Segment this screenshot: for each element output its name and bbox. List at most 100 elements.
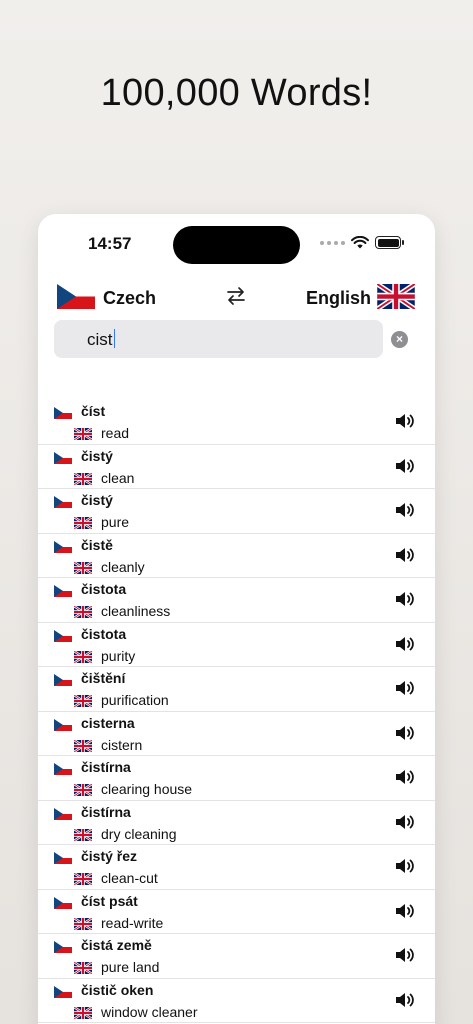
czech-flag-icon	[54, 718, 72, 731]
search-input[interactable]: cist	[54, 320, 383, 358]
uk-flag-icon	[74, 828, 92, 841]
uk-flag-icon	[74, 695, 92, 707]
czech-word: čistý	[81, 492, 113, 508]
czech-word: číst psát	[81, 892, 138, 909]
search-input-value: cist	[87, 330, 113, 349]
czech-word: číst	[81, 403, 106, 419]
czech-flag-icon	[54, 540, 72, 553]
czech-flag-icon	[54, 496, 72, 508]
english-translation: clearing house	[101, 781, 193, 797]
speaker-icon[interactable]	[394, 635, 416, 653]
czech-flag-icon	[54, 674, 72, 686]
english-translation: clean-cut	[101, 870, 158, 886]
czech-flag-icon	[54, 941, 72, 953]
uk-flag-icon	[74, 873, 92, 885]
dynamic-island	[173, 226, 300, 264]
english-translation: read-write	[101, 914, 164, 931]
czech-flag-icon	[54, 763, 72, 775]
czech-word: čistič oken	[81, 981, 154, 998]
source-language[interactable]: Czech	[103, 288, 156, 309]
result-row[interactable]: čistá země pure land	[38, 934, 435, 979]
speaker-icon[interactable]	[394, 724, 416, 742]
text-cursor	[113, 329, 115, 348]
result-row[interactable]: číst psát read-write	[38, 890, 435, 934]
czech-word: čistý řez	[81, 848, 138, 864]
czech-word: čistírna	[81, 803, 131, 820]
language-bar: Czech English	[38, 282, 435, 316]
battery-icon	[375, 236, 404, 249]
uk-flag-icon	[74, 428, 92, 440]
czech-word: cisterna	[81, 714, 135, 731]
speaker-icon[interactable]	[394, 412, 416, 430]
speaker-icon[interactable]	[394, 501, 416, 519]
result-row[interactable]: čistírna clearing house	[38, 756, 435, 801]
english-translation: cleanliness	[101, 603, 171, 619]
clear-search-icon[interactable]: ×	[391, 331, 408, 348]
speaker-icon[interactable]	[394, 590, 416, 608]
result-row[interactable]: čistota cleanliness	[38, 578, 435, 623]
czech-word: čistý	[81, 447, 113, 464]
uk-flag-icon	[74, 739, 92, 752]
phone-screen: 14:57 Czech English cist × číst read čis…	[38, 214, 435, 1024]
result-row[interactable]: čistě cleanly	[38, 534, 435, 578]
speaker-icon[interactable]	[394, 679, 416, 697]
signal-icon	[320, 240, 345, 245]
english-translation: clean	[101, 469, 135, 486]
result-row[interactable]: cisterna cistern	[38, 712, 435, 756]
czech-flag-icon	[54, 407, 72, 419]
uk-flag-icon	[74, 561, 92, 574]
english-translation: window cleaner	[101, 1003, 198, 1020]
uk-flag-icon	[74, 517, 92, 529]
wifi-icon	[351, 236, 369, 249]
uk-flag-icon	[74, 784, 92, 796]
result-row[interactable]: čistý clean	[38, 445, 435, 489]
speaker-icon[interactable]	[394, 546, 416, 564]
status-time: 14:57	[88, 234, 132, 253]
speaker-icon[interactable]	[394, 991, 416, 1009]
uk-flag-icon	[74, 1006, 92, 1019]
czech-word: čistota	[81, 581, 127, 597]
english-translation: purification	[101, 692, 169, 708]
result-row[interactable]: čistý řez clean-cut	[38, 845, 435, 890]
uk-flag-icon	[74, 917, 92, 930]
czech-flag-icon[interactable]	[57, 284, 95, 309]
czech-word: čistota	[81, 625, 127, 642]
result-row[interactable]: čistota purity	[38, 623, 435, 667]
english-translation: pure land	[101, 959, 160, 975]
english-translation: dry cleaning	[101, 825, 177, 842]
speaker-icon[interactable]	[394, 902, 416, 920]
czech-flag-icon	[54, 585, 72, 597]
result-row[interactable]: číst read	[38, 400, 435, 445]
english-translation: cistern	[101, 736, 143, 753]
swap-languages-icon[interactable]	[224, 284, 248, 308]
speaker-icon[interactable]	[394, 457, 416, 475]
czech-word: čistá země	[81, 937, 152, 953]
english-translation: cleanly	[101, 558, 145, 575]
result-row[interactable]: čištění purification	[38, 667, 435, 712]
czech-flag-icon	[54, 807, 72, 820]
status-icons	[320, 236, 404, 249]
czech-flag-icon	[54, 985, 72, 998]
speaker-icon[interactable]	[394, 857, 416, 875]
speaker-icon[interactable]	[394, 946, 416, 964]
result-row[interactable]: čistý pure	[38, 489, 435, 534]
uk-flag-icon	[74, 606, 92, 618]
czech-word: čistě	[81, 536, 113, 553]
english-translation: purity	[101, 647, 136, 664]
speaker-icon[interactable]	[394, 768, 416, 786]
uk-flag-icon	[74, 472, 92, 485]
czech-flag-icon	[54, 629, 72, 642]
english-translation: read	[101, 425, 130, 441]
czech-flag-icon	[54, 451, 72, 464]
target-language[interactable]: English	[306, 288, 371, 309]
uk-flag-icon	[74, 962, 92, 974]
uk-flag-icon	[74, 650, 92, 663]
promo-headline: 100,000 Words!	[100, 72, 373, 114]
english-translation: pure	[101, 514, 130, 530]
results-list: číst read čistý clean čistý pure čistě cleanly č…	[38, 400, 435, 1023]
speaker-icon[interactable]	[394, 813, 416, 831]
czech-word: čistírna	[81, 759, 131, 775]
result-row[interactable]: čistírna dry cleaning	[38, 801, 435, 845]
result-row[interactable]: čistič oken window cleaner	[38, 979, 435, 1023]
uk-flag-icon[interactable]	[377, 284, 415, 309]
